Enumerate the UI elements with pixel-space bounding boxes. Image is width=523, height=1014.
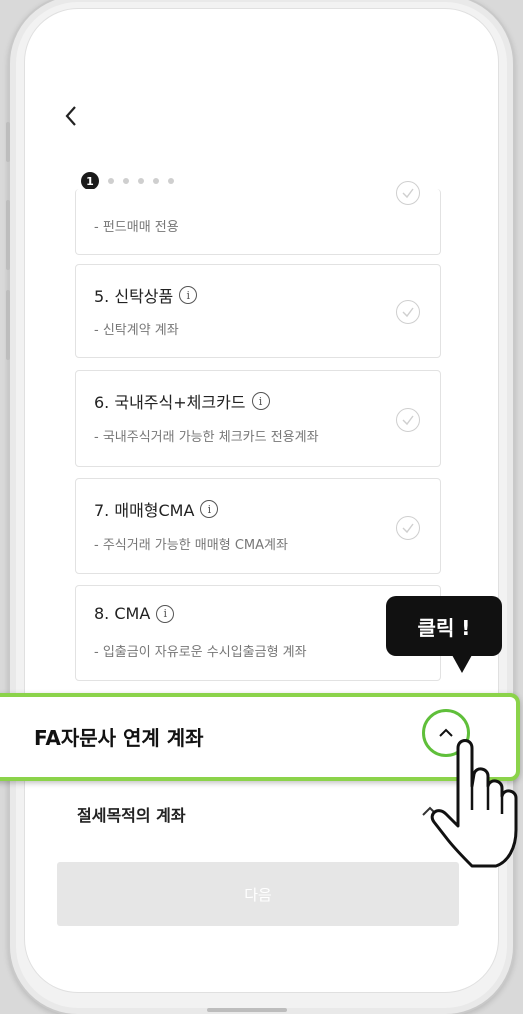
card-title-text: 5. 신탁상품 xyxy=(94,287,174,306)
check-icon xyxy=(396,181,420,205)
card-description: - 입출금이 자유로운 수시입출금형 계좌 xyxy=(94,645,307,660)
step-indicator-active: 1 xyxy=(81,172,99,190)
phone-side-button xyxy=(6,122,10,162)
account-option-card[interactable]: - 펀드매매 전용 xyxy=(75,181,441,255)
click-tooltip: 클릭 ! xyxy=(386,596,502,656)
section-title: FA자문사 연계 계좌 xyxy=(34,726,204,750)
step-dot xyxy=(153,178,159,184)
next-button[interactable]: 다음 xyxy=(57,862,459,926)
card-title: 5. 신탁상품 i xyxy=(94,283,198,307)
step-dot xyxy=(108,178,114,184)
account-option-card[interactable]: 7. 매매형CMA i - 주식거래 가능한 매매형 CMA계좌 xyxy=(75,478,441,574)
phone-side-button xyxy=(6,200,10,270)
card-description: - 주식거래 가능한 매매형 CMA계좌 xyxy=(94,538,288,553)
card-title-text: 6. 국내주식+체크카드 xyxy=(94,393,246,412)
section-header-tax-saving[interactable]: 절세목적의 계좌 xyxy=(77,802,186,826)
step-dot xyxy=(168,178,174,184)
step-dot xyxy=(123,178,129,184)
info-icon[interactable]: i xyxy=(200,500,219,518)
info-icon[interactable]: i xyxy=(179,286,198,304)
card-title: 8. CMA i xyxy=(94,604,175,623)
chevron-left-icon xyxy=(65,106,76,126)
info-icon[interactable]: i xyxy=(251,392,270,410)
account-option-card[interactable]: 5. 신탁상품 i - 신탁계약 계좌 xyxy=(75,264,441,358)
pointing-hand-icon xyxy=(430,739,518,868)
home-indicator xyxy=(207,1008,287,1012)
card-title: 7. 매매형CMA i xyxy=(94,497,219,521)
card-description: - 신탁계약 계좌 xyxy=(94,323,179,338)
card-title-text: 8. CMA xyxy=(94,604,151,623)
card-title: 6. 국내주식+체크카드 i xyxy=(94,389,270,413)
card-title-text: 7. 매매형CMA xyxy=(94,501,195,520)
progress-stepper: 1 xyxy=(81,172,174,190)
check-icon xyxy=(396,300,420,324)
tooltip-pointer xyxy=(452,655,472,673)
card-description: - 펀드매매 전용 xyxy=(94,220,179,235)
back-button[interactable] xyxy=(59,101,83,131)
phone-side-button xyxy=(6,290,10,360)
step-dot xyxy=(138,178,144,184)
account-option-card[interactable]: 6. 국내주식+체크카드 i - 국내주식거래 가능한 체크카드 전용계좌 xyxy=(75,370,441,467)
info-icon[interactable]: i xyxy=(156,604,175,623)
check-icon xyxy=(396,408,420,432)
check-icon xyxy=(396,516,420,540)
card-description: - 국내주식거래 가능한 체크카드 전용계좌 xyxy=(94,430,319,445)
